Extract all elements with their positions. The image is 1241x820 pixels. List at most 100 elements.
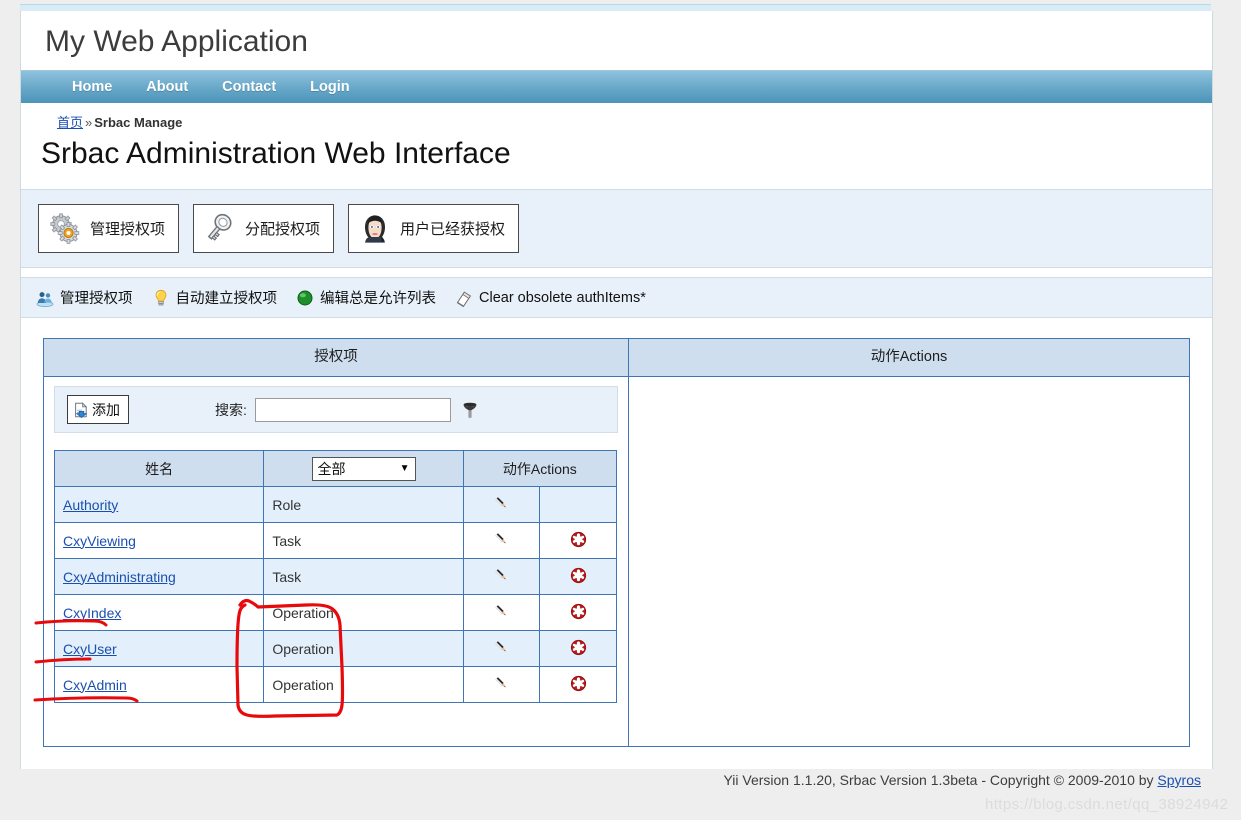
type-filter-select[interactable]: 全部 ▼ xyxy=(311,456,416,481)
funnel-icon[interactable] xyxy=(461,400,479,420)
green-ball-icon xyxy=(296,289,314,307)
manage-authitems-link-label: 管理授权项 xyxy=(60,291,133,307)
pencil-icon[interactable] xyxy=(493,604,510,623)
assign-authitems-button[interactable]: 分配授权项 xyxy=(193,204,335,253)
cell-delete-action xyxy=(539,486,617,523)
users-group-icon xyxy=(36,289,54,307)
cell-name: CxyAdmin xyxy=(53,666,265,703)
auto-create-authitems-link[interactable]: 自动建立授权项 xyxy=(148,287,287,308)
cell-name: CxyViewing xyxy=(53,522,265,559)
authitem-link[interactable]: CxyIndex xyxy=(63,605,121,621)
authitem-link[interactable]: CxyViewing xyxy=(63,533,136,549)
pencil-icon[interactable] xyxy=(493,496,510,515)
add-button[interactable]: 添加 xyxy=(67,395,129,424)
cell-edit-action[interactable] xyxy=(462,666,541,703)
manage-authitems-button[interactable]: 管理授权项 xyxy=(38,204,180,253)
authitem-link[interactable]: CxyAdmin xyxy=(63,677,127,693)
cell-type: Task xyxy=(263,558,464,595)
user-face-icon xyxy=(359,213,391,245)
edit-always-allowed-link-label: 编辑总是允许列表 xyxy=(320,291,436,307)
page-container: My Web Application Home About Contact Lo… xyxy=(20,11,1213,769)
col-header-type-filter: 全部 ▼ xyxy=(263,450,464,487)
table-row: Authority Role xyxy=(53,486,617,523)
col-header-name[interactable]: 姓名 xyxy=(53,450,265,487)
cell-delete-action[interactable] xyxy=(539,594,617,631)
footer-author-link[interactable]: Spyros xyxy=(1157,772,1201,788)
pencil-icon[interactable] xyxy=(493,568,510,587)
nav-item-login[interactable]: Login xyxy=(293,71,366,103)
nav-item-about[interactable]: About xyxy=(129,71,205,103)
big-buttons-row: 管理授权项 分配授权项 用户已经获授权 xyxy=(21,190,1212,267)
table-header-row: 姓名 全部 ▼ 动作Actions xyxy=(53,450,618,487)
cell-name: Authority xyxy=(53,486,265,523)
nav-link-home[interactable]: Home xyxy=(55,71,129,103)
pencil-icon[interactable] xyxy=(493,676,510,695)
gears-icon xyxy=(49,212,81,245)
manage-authitems-label: 管理授权项 xyxy=(90,221,166,238)
delete-circle-icon[interactable] xyxy=(570,531,587,551)
breadcrumb-current: Srbac Manage xyxy=(94,115,183,130)
add-file-icon xyxy=(73,401,89,418)
authitem-link[interactable]: Authority xyxy=(63,497,118,513)
screenshot-root: My Web Application Home About Contact Lo… xyxy=(0,0,1241,820)
nav-item-home[interactable]: Home xyxy=(55,71,129,103)
table-row: CxyViewing Task xyxy=(53,522,617,559)
cell-delete-action[interactable] xyxy=(539,522,617,559)
nav-item-contact[interactable]: Contact xyxy=(205,71,293,103)
nav-link-contact[interactable]: Contact xyxy=(205,71,293,103)
cell-delete-action[interactable] xyxy=(539,630,617,667)
col-header-actions: 动作Actions xyxy=(462,450,618,487)
cell-name: CxyUser xyxy=(53,630,265,667)
cell-edit-action[interactable] xyxy=(462,630,541,667)
watermark: https://blog.csdn.net/qq_38924942 xyxy=(985,796,1229,813)
manage-authitems-link[interactable]: 管理授权项 xyxy=(32,287,142,308)
actions-column-header: 动作Actions xyxy=(629,339,1189,377)
authitem-link[interactable]: CxyUser xyxy=(63,641,117,657)
cell-edit-action[interactable] xyxy=(462,594,541,631)
authorized-users-button[interactable]: 用户已经获授权 xyxy=(348,204,520,253)
nav-link-login[interactable]: Login xyxy=(293,71,366,103)
app-title: My Web Application xyxy=(45,25,308,58)
cell-delete-action[interactable] xyxy=(539,666,617,703)
eraser-icon xyxy=(455,289,473,307)
lightbulb-icon xyxy=(152,289,170,307)
page-title: Srbac Administration Web Interface xyxy=(41,137,511,170)
clear-obsolete-authitems-link-label: Clear obsolete authItems* xyxy=(479,289,646,306)
cell-edit-action[interactable] xyxy=(462,522,541,559)
search-input[interactable] xyxy=(254,397,451,422)
authitems-table: 姓名 全部 ▼ 动作Actions Authority Role CxyView… xyxy=(53,450,618,703)
authorized-users-label: 用户已经获授权 xyxy=(400,221,506,238)
breadcrumb-separator: » xyxy=(85,115,93,130)
auto-create-authitems-link-label: 自动建立授权项 xyxy=(175,291,278,307)
pencil-icon[interactable] xyxy=(493,640,510,659)
delete-circle-icon[interactable] xyxy=(570,603,587,623)
cell-type: Operation xyxy=(263,594,464,631)
assign-authitems-label: 分配授权项 xyxy=(245,221,321,238)
cell-delete-action[interactable] xyxy=(539,558,617,595)
table-row: CxyAdministrating Task xyxy=(53,558,617,595)
delete-circle-icon[interactable] xyxy=(570,639,587,659)
magnifier-key-icon xyxy=(204,213,236,245)
edit-always-allowed-link[interactable]: 编辑总是允许列表 xyxy=(292,287,445,308)
cell-type: Operation xyxy=(263,630,464,667)
table-row: CxyIndex Operation xyxy=(53,594,617,631)
cell-edit-action[interactable] xyxy=(462,558,541,595)
clear-obsolete-authitems-link[interactable]: Clear obsolete authItems* xyxy=(451,289,655,307)
cell-type: Task xyxy=(263,522,464,559)
search-panel: 添加 搜索: xyxy=(54,386,618,433)
nav-link-about[interactable]: About xyxy=(129,71,205,103)
pencil-icon[interactable] xyxy=(493,532,510,551)
cell-name: CxyAdministrating xyxy=(53,558,265,595)
type-filter-value: 全部 xyxy=(317,460,346,477)
content-area: 授权项 添加 搜索: 姓名 全部 ▼ 动作Actions Authority R… xyxy=(21,318,1212,769)
delete-circle-icon[interactable] xyxy=(570,675,587,695)
main-navigation: Home About Contact Login xyxy=(21,70,1212,103)
big-buttons-panel: 管理授权项 分配授权项 用户已经获授权 xyxy=(21,189,1212,268)
footer-text: Yii Version 1.1.20, Srbac Version 1.3bet… xyxy=(723,772,1158,788)
authitems-grid: 授权项 添加 搜索: 姓名 全部 ▼ 动作Actions Authority R… xyxy=(43,338,1190,747)
cell-edit-action[interactable] xyxy=(462,486,541,523)
authitem-link[interactable]: CxyAdministrating xyxy=(63,569,176,585)
delete-circle-icon[interactable] xyxy=(570,567,587,587)
cell-type: Operation xyxy=(263,666,464,703)
breadcrumb-home-link[interactable]: 首页 xyxy=(57,115,83,130)
